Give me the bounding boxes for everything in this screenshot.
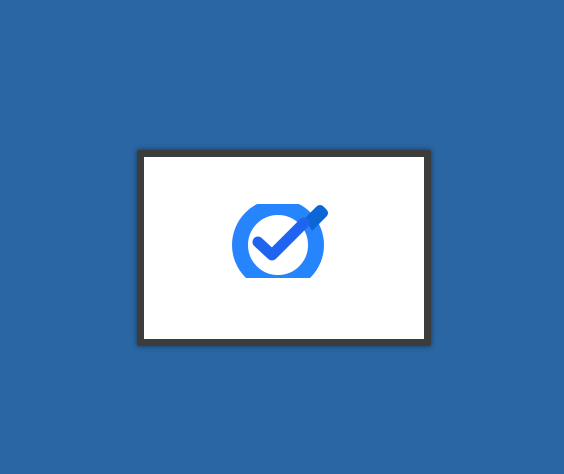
desktop-background [0, 0, 564, 474]
splash-content [144, 157, 424, 339]
icon-check-mark [252, 217, 310, 261]
app-splash-window [137, 150, 431, 346]
google-tasks-check-icon [232, 204, 332, 278]
